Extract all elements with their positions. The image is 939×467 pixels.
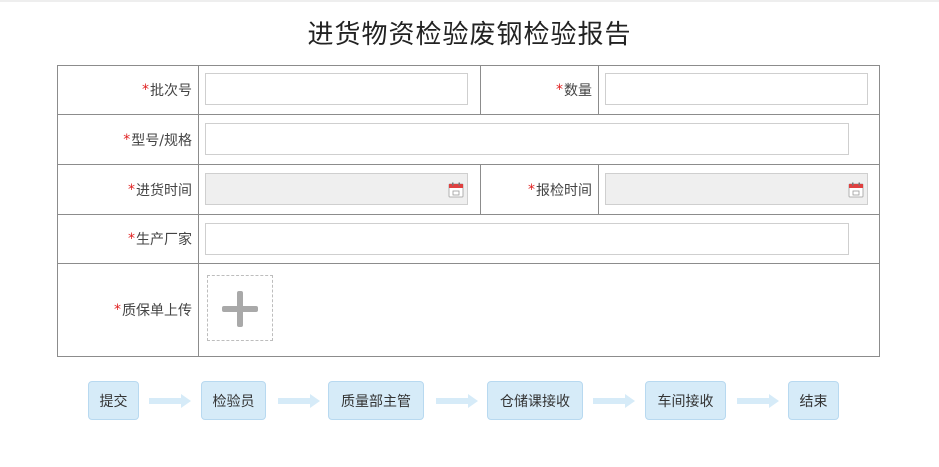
- quantity-input[interactable]: [605, 73, 868, 105]
- workflow-step-warehouse-receive: 仓储课接收: [487, 381, 583, 420]
- workflow-bar: 提交 检验员 质量部主管 仓储课接收 车间接收 结束: [0, 381, 939, 421]
- quality-cert-label-text: 质保单上传: [122, 303, 192, 319]
- workflow-step-inspector: 检验员: [201, 381, 266, 420]
- required-mark: *: [556, 82, 563, 98]
- required-mark: *: [142, 82, 149, 98]
- inspection-time-label: * 报检时间: [481, 165, 599, 214]
- form-row-batch-quantity: * 批次号 * 数量: [58, 66, 879, 115]
- form-row-manufacturer: * 生产厂家: [58, 215, 879, 264]
- incoming-time-cell: [199, 165, 481, 214]
- arrow-right-icon: [278, 394, 320, 408]
- manufacturer-label: * 生产厂家: [58, 215, 199, 263]
- calendar-icon[interactable]: [448, 182, 464, 198]
- manufacturer-input[interactable]: [205, 223, 849, 255]
- required-mark: *: [114, 302, 121, 318]
- required-mark: *: [128, 181, 135, 198]
- inspection-time-cell: [599, 165, 879, 214]
- upload-button[interactable]: [207, 275, 273, 341]
- calendar-icon[interactable]: [848, 182, 864, 198]
- form-row-times: * 进货时间 * 报检时间: [58, 165, 879, 215]
- model-spec-label-text: 型号/规格: [131, 132, 192, 149]
- batch-no-input[interactable]: [205, 73, 468, 105]
- quantity-label: * 数量: [481, 66, 599, 114]
- workflow-step-quality-supervisor: 质量部主管: [328, 381, 424, 420]
- batch-no-label: * 批次号: [58, 66, 199, 114]
- manufacturer-label-text: 生产厂家: [136, 232, 192, 248]
- manufacturer-cell: [199, 215, 879, 263]
- batch-no-cell: [199, 66, 481, 114]
- model-spec-label: * 型号/规格: [58, 115, 199, 164]
- form-row-model-spec: * 型号/规格: [58, 115, 879, 165]
- quantity-cell: [599, 66, 879, 114]
- incoming-time-label-text: 进货时间: [136, 182, 192, 199]
- workflow-step-submit: 提交: [88, 381, 139, 420]
- page-title: 进货物资检验废钢检验报告: [307, 20, 632, 50]
- workflow-step-workshop-receive: 车间接收: [645, 381, 726, 420]
- inspection-time-label-text: 报检时间: [536, 182, 592, 199]
- incoming-time-label: * 进货时间: [58, 165, 199, 214]
- model-spec-cell: [199, 115, 879, 164]
- incoming-time-input[interactable]: [205, 173, 468, 205]
- workflow-step-end: 结束: [788, 381, 839, 420]
- quantity-label-text: 数量: [564, 83, 592, 99]
- batch-no-label-text: 批次号: [150, 83, 192, 99]
- quality-cert-cell: [199, 264, 879, 356]
- arrow-right-icon: [593, 394, 635, 408]
- arrow-right-icon: [737, 394, 779, 408]
- top-border: [0, 0, 939, 2]
- required-mark: *: [123, 131, 131, 148]
- form-row-quality-cert: * 质保单上传: [58, 264, 879, 356]
- inspection-time-input[interactable]: [605, 173, 868, 205]
- arrow-right-icon: [436, 394, 478, 408]
- required-mark: *: [128, 231, 135, 247]
- quality-cert-label: * 质保单上传: [58, 264, 199, 356]
- arrow-right-icon: [149, 394, 191, 408]
- required-mark: *: [528, 181, 535, 198]
- model-spec-input[interactable]: [205, 123, 849, 155]
- inspection-form: * 批次号 * 数量 * 型号/规格 * 进货时间 * 报检时间 * 生产厂家 …: [57, 65, 880, 357]
